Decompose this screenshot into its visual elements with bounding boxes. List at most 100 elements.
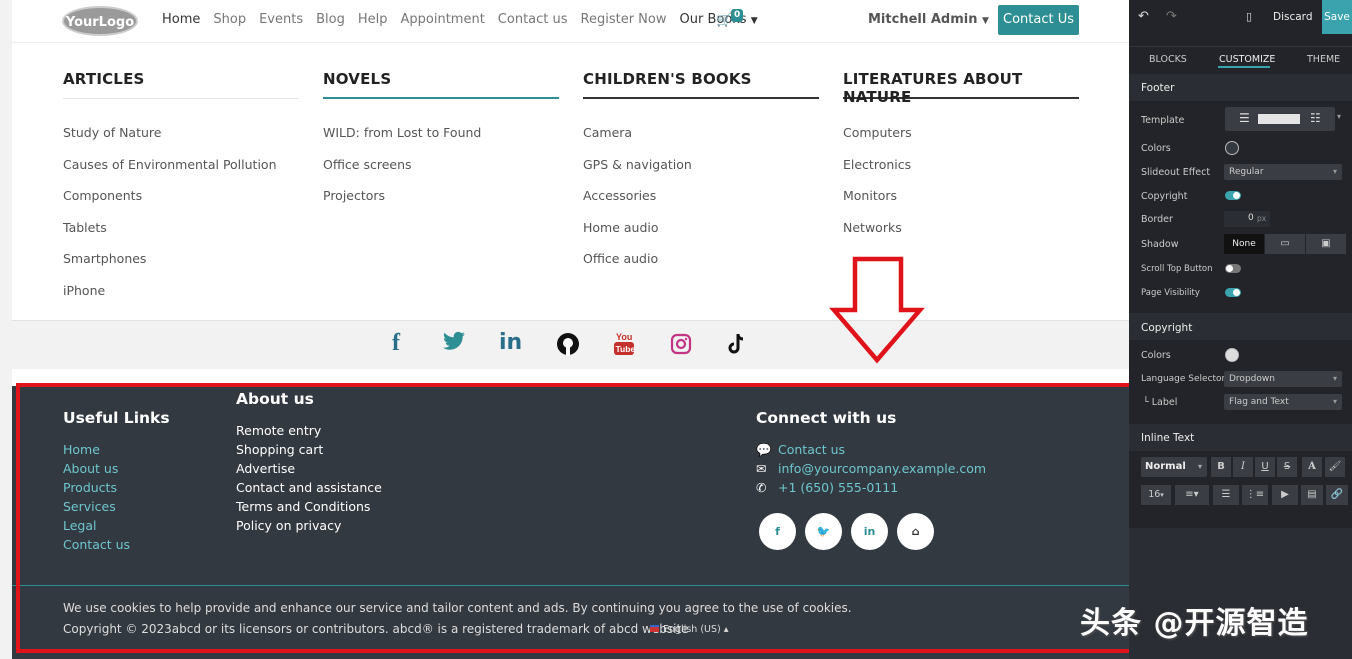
- label-row: └ Label: [1143, 397, 1177, 408]
- template-columns-icon: ☷: [1310, 111, 1321, 125]
- border-input[interactable]: 0 px: [1224, 211, 1270, 227]
- mega-item[interactable]: Office audio: [583, 243, 819, 275]
- font-size-select[interactable]: 16▾: [1141, 485, 1171, 505]
- strikethrough-button[interactable]: S: [1277, 457, 1297, 477]
- shadow-label: Shadow: [1141, 239, 1179, 250]
- instagram-icon[interactable]: [670, 333, 692, 361]
- mega-col-nature: LITERATURES ABOUT NATURE Computers Elect…: [843, 70, 1079, 243]
- mega-item[interactable]: Networks: [843, 212, 1079, 244]
- nav-contact[interactable]: Contact us: [498, 12, 568, 27]
- copyright-color-swatch[interactable]: [1225, 348, 1239, 362]
- shadow-outset-button[interactable]: ▭: [1265, 234, 1305, 254]
- nav-blog[interactable]: Blog: [316, 12, 345, 27]
- template-list-icon: ☰: [1239, 111, 1250, 125]
- site-logo[interactable]: YourLogo: [62, 6, 138, 36]
- facebook-icon[interactable]: f: [392, 330, 400, 357]
- redo-icon[interactable]: ↷: [1166, 9, 1177, 24]
- mega-item[interactable]: Tablets: [63, 212, 299, 244]
- template-label: Template: [1141, 115, 1185, 126]
- bold-button[interactable]: B: [1211, 457, 1231, 477]
- mega-item[interactable]: Home audio: [583, 212, 819, 244]
- nav-appointment[interactable]: Appointment: [401, 12, 485, 27]
- language-selector-select[interactable]: Dropdown: [1224, 371, 1342, 387]
- cart-icon[interactable]: 🛒: [716, 13, 732, 28]
- tab-active-indicator: [1218, 66, 1270, 68]
- mega-item[interactable]: iPhone: [63, 275, 299, 307]
- highlight-box: [16, 383, 1137, 653]
- nav-home[interactable]: Home: [162, 12, 200, 27]
- italic-button[interactable]: I: [1233, 457, 1253, 477]
- template-selector[interactable]: ☰ ☷: [1225, 107, 1335, 131]
- mega-item[interactable]: Monitors: [843, 180, 1079, 212]
- template-dropdown-icon[interactable]: ▾: [1337, 112, 1341, 121]
- nav-events[interactable]: Events: [259, 12, 303, 27]
- slideout-select[interactable]: Regular: [1224, 164, 1342, 180]
- mega-item[interactable]: GPS & navigation: [583, 149, 819, 181]
- footer-section-title: Footer: [1141, 82, 1175, 94]
- copyright-section-title: Copyright: [1141, 322, 1193, 334]
- font-style-select[interactable]: Normal ▾: [1141, 457, 1207, 477]
- shadow-none-button[interactable]: None: [1224, 234, 1264, 254]
- shadow-inset-button[interactable]: ▣: [1306, 234, 1346, 254]
- mega-item[interactable]: Causes of Environmental Pollution: [63, 149, 299, 181]
- mega-item[interactable]: Electronics: [843, 149, 1079, 181]
- discard-button[interactable]: Discard: [1273, 11, 1312, 23]
- file-icon[interactable]: ▤: [1301, 485, 1323, 505]
- font-color-button[interactable]: A: [1302, 457, 1322, 477]
- align-left-icon[interactable]: ≡▾: [1175, 485, 1209, 505]
- scroll-top-toggle[interactable]: [1225, 264, 1241, 273]
- tab-customize[interactable]: CUSTOMIZE: [1219, 54, 1275, 65]
- border-value: 0: [1248, 213, 1254, 223]
- footer-color-swatch[interactable]: [1225, 141, 1239, 155]
- header-divider: [12, 42, 1129, 43]
- twitter-icon[interactable]: [442, 331, 466, 359]
- youtube-icon[interactable]: You Tube: [613, 331, 635, 363]
- mega-item[interactable]: Accessories: [583, 180, 819, 212]
- highlight-brush-icon[interactable]: 🖌: [1325, 457, 1345, 477]
- svg-text:You: You: [616, 332, 632, 342]
- mega-col-novels: NOVELS WILD: from Lost to Found Office s…: [323, 70, 559, 212]
- media-icon[interactable]: ▶: [1272, 485, 1298, 505]
- save-button[interactable]: Save: [1322, 0, 1352, 34]
- svg-text:Tube: Tube: [616, 344, 636, 354]
- mega-item[interactable]: Study of Nature: [63, 117, 299, 149]
- mega-col-title: CHILDREN'S BOOKS: [583, 70, 819, 99]
- undo-icon[interactable]: ↶: [1138, 9, 1149, 24]
- mega-item[interactable]: Projectors: [323, 180, 559, 212]
- linkedin-icon[interactable]: in: [499, 330, 522, 355]
- font-style-value: Normal: [1145, 461, 1186, 472]
- contact-us-button[interactable]: Contact Us: [998, 5, 1079, 35]
- underline-button[interactable]: U: [1255, 457, 1275, 477]
- border-label: Border: [1141, 214, 1173, 225]
- tiktok-icon[interactable]: [726, 332, 748, 362]
- mega-col-title: NOVELS: [323, 70, 559, 99]
- mobile-preview-icon[interactable]: ▯: [1246, 10, 1252, 23]
- page-visibility-toggle[interactable]: [1225, 288, 1241, 297]
- mega-item[interactable]: Smartphones: [63, 243, 299, 275]
- tab-blocks[interactable]: BLOCKS: [1149, 54, 1187, 65]
- mega-item[interactable]: Office screens: [323, 149, 559, 181]
- copyright-toggle[interactable]: [1225, 191, 1241, 200]
- bullet-list-icon[interactable]: ☰: [1213, 485, 1239, 505]
- label-indent-marker: └: [1143, 397, 1149, 408]
- tab-theme[interactable]: THEME: [1307, 54, 1340, 65]
- shadow-inset-icon: ▣: [1321, 238, 1331, 249]
- mega-item[interactable]: Components: [63, 180, 299, 212]
- shadow-outset-icon: ▭: [1280, 238, 1290, 249]
- user-menu[interactable]: Mitchell Admin ▼: [868, 12, 989, 27]
- nav-shop[interactable]: Shop: [213, 12, 246, 27]
- label-label: Label: [1151, 397, 1178, 408]
- user-name: Mitchell Admin: [868, 12, 978, 27]
- mega-item[interactable]: Camera: [583, 117, 819, 149]
- nav-help[interactable]: Help: [358, 12, 388, 27]
- label-select[interactable]: Flag and Text: [1224, 394, 1342, 410]
- language-selector-label: Language Selector: [1141, 374, 1226, 384]
- github-icon[interactable]: [556, 332, 580, 362]
- mega-item[interactable]: Computers: [843, 117, 1079, 149]
- mega-col-title: ARTICLES: [63, 70, 299, 99]
- numbered-list-icon[interactable]: ⋮≡: [1242, 485, 1268, 505]
- link-icon[interactable]: 🔗: [1326, 485, 1348, 505]
- nav-register[interactable]: Register Now: [581, 12, 667, 27]
- mega-item[interactable]: WILD: from Lost to Found: [323, 117, 559, 149]
- editor-panel: ↶ ↷ ▯ Discard Save BLOCKS CUSTOMIZE THEM…: [1129, 0, 1352, 659]
